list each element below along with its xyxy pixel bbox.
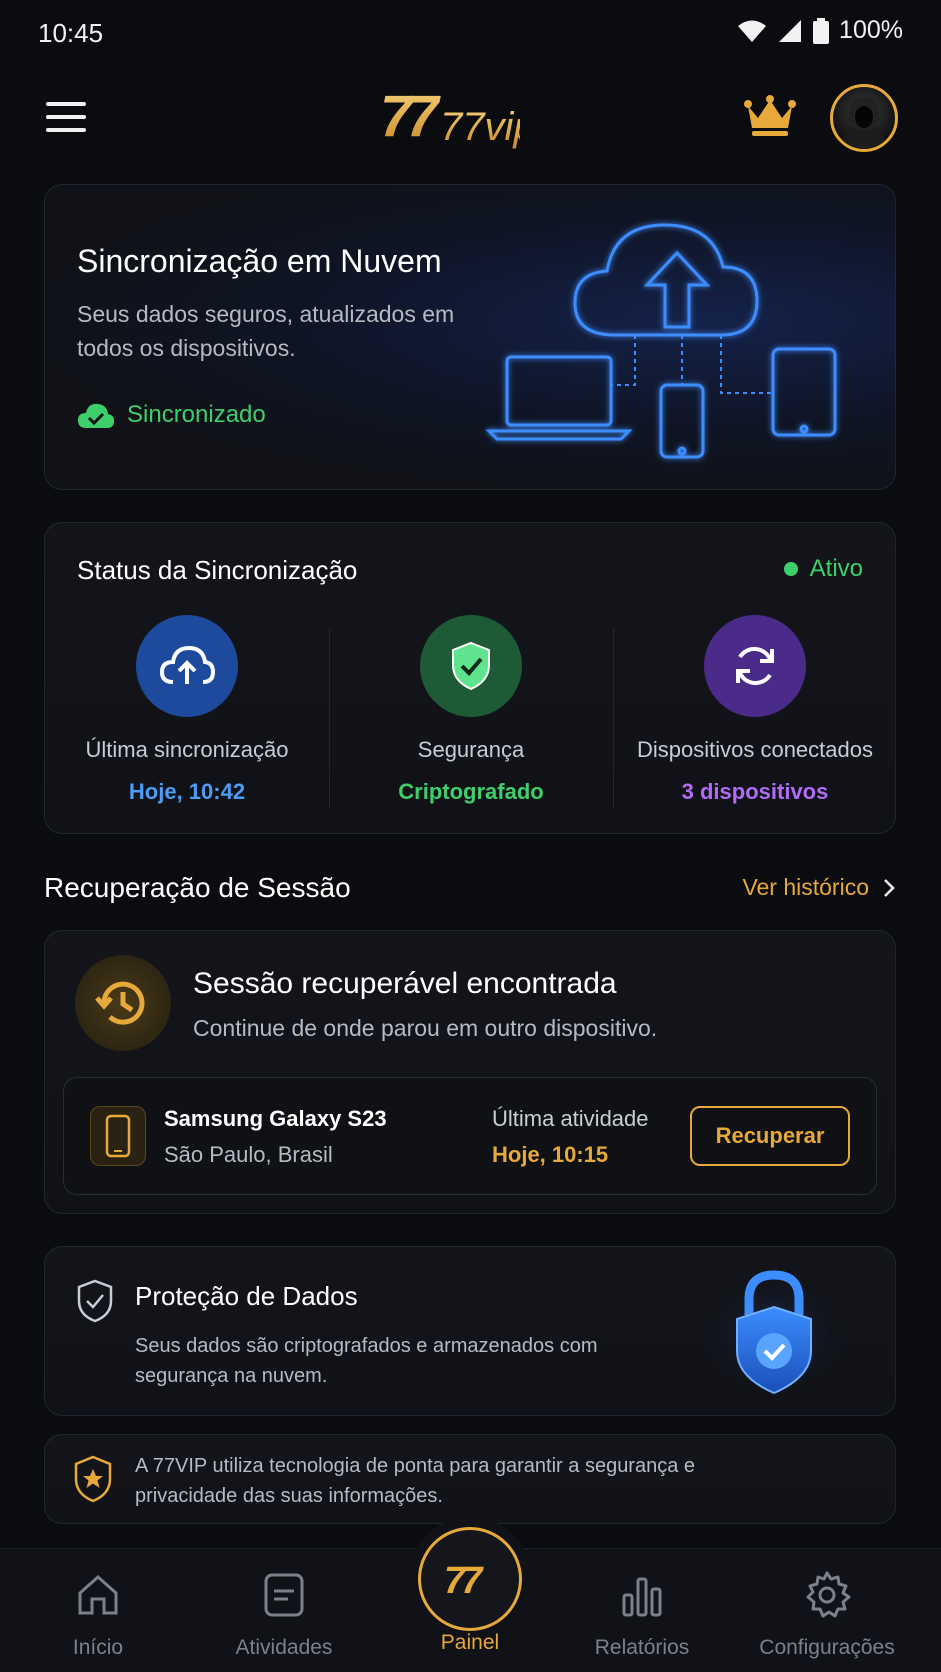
devices-value: 3 dispositivos [681, 779, 829, 804]
sync-status-text: Sincronizado [127, 401, 266, 428]
session-recovery-card: Sessão recuperável encontrada Continue d… [44, 930, 896, 1214]
home-icon [78, 1574, 118, 1615]
sync-status-title: Status da Sincronização [77, 555, 358, 585]
recoverable-device-row: Samsung Galaxy S23 São Paulo, Brasil Últ… [63, 1077, 877, 1195]
nav-item-painel[interactable]: 77 [418, 1527, 522, 1631]
hero-subtitle: Seus dados seguros, atualizados em todos… [77, 301, 455, 361]
star-shield-icon [74, 1455, 112, 1503]
history-icon [75, 955, 171, 1051]
sync-status-card: Status da Sincronização Ativo Última sin… [44, 522, 896, 834]
last-activity-value: Hoje, 10:15 [492, 1142, 609, 1167]
security-info-card: A 77VIP utiliza tecnologia de ponta para… [44, 1434, 896, 1524]
shield-check-icon [77, 1279, 113, 1323]
recover-button[interactable]: Recuperar [690, 1106, 850, 1166]
security-info-text: A 77VIP utiliza tecnologia de ponta para… [135, 1455, 696, 1507]
list-icon [264, 1573, 304, 1617]
last-activity-label: Última atividade [492, 1106, 649, 1131]
nav-label: Atividades [235, 1636, 333, 1659]
hooded-user-icon [841, 97, 887, 149]
protection-subtitle: Seus dados são criptografados e armazena… [135, 1335, 598, 1387]
security-label: Segurança [417, 737, 525, 762]
device-name: Samsung Galaxy S23 [164, 1106, 387, 1131]
bar-chart-icon [622, 1577, 662, 1617]
view-history-text: Ver histórico [742, 874, 869, 900]
security-value: Criptografado [398, 779, 544, 804]
menu-icon-line [46, 128, 86, 132]
status-icons: 100% [737, 16, 903, 45]
sync-refresh-icon [704, 615, 806, 717]
data-protection-card: Proteção de Dados Seus dados são criptog… [44, 1246, 896, 1416]
security-stat: Segurança Criptografado [329, 615, 613, 805]
bottom-navigation: Início Atividades 77 Painel Relatórios C… [0, 1527, 941, 1672]
nav-item-atividades[interactable]: Atividades [190, 1569, 378, 1660]
cloud-sync-banner: Sincronização em Nuvem Seus dados seguro… [44, 184, 896, 490]
crown-icon[interactable] [744, 94, 796, 138]
protection-title: Proteção de Dados [135, 1281, 358, 1311]
last-sync-stat: Última sincronização Hoje, 10:42 [45, 615, 329, 805]
chevron-right-icon [884, 878, 895, 897]
battery-level: 100% [839, 16, 903, 44]
nav-label: Relatórios [594, 1636, 690, 1659]
nav-item-relatorios[interactable]: Relatórios [548, 1569, 736, 1660]
status-time: 10:45 [38, 18, 104, 48]
battery-icon [813, 17, 830, 44]
device-location: São Paulo, Brasil [164, 1142, 333, 1167]
cloud-devices-illustration [485, 223, 837, 459]
session-section-title: Recuperação de Sessão [44, 872, 351, 903]
svg-text:77vip: 77vip [440, 105, 520, 149]
padlock-shield-illustration [702, 1270, 846, 1397]
menu-icon-line [46, 102, 86, 106]
nav-item-configuracoes[interactable]: Configurações [733, 1569, 921, 1660]
cloud-check-icon [78, 403, 114, 428]
menu-button[interactable] [46, 102, 86, 132]
active-text: Ativo [809, 555, 863, 582]
avatar[interactable] [830, 84, 898, 152]
last-sync-label: Última sincronização [85, 737, 289, 762]
nav-label: Configurações [759, 1636, 895, 1659]
nav-label-active: Painel [440, 1631, 500, 1654]
active-badge: Ativo [783, 555, 863, 583]
shield-check-icon [420, 615, 522, 717]
smartphone-icon [90, 1106, 146, 1166]
nav-item-inicio[interactable]: Início [4, 1569, 192, 1660]
svg-text:77: 77 [444, 1560, 484, 1599]
session-title: Sessão recuperável encontrada [193, 967, 617, 1000]
cloud-upload-icon [136, 615, 238, 717]
brand-77-icon: 77 [444, 1560, 488, 1599]
gear-icon [806, 1571, 851, 1618]
sync-status-indicator: Sincronizado [77, 401, 266, 429]
last-sync-value: Hoje, 10:42 [128, 779, 246, 804]
menu-icon-line [46, 115, 86, 119]
devices-label: Dispositivos conectados [636, 737, 873, 762]
hero-title: Sincronização em Nuvem [77, 243, 442, 279]
devices-stat: Dispositivos conectados 3 dispositivos [613, 615, 897, 805]
svg-text:77: 77 [380, 84, 441, 149]
signal-icon [779, 19, 802, 42]
session-subtitle: Continue de onde parou em outro disposit… [193, 1015, 658, 1041]
nav-label: Início [72, 1636, 124, 1659]
active-dot [783, 562, 798, 576]
wifi-icon [738, 20, 767, 42]
view-history-link[interactable]: Ver histórico [742, 874, 895, 901]
brand-logo: 77 77vip [380, 84, 520, 149]
